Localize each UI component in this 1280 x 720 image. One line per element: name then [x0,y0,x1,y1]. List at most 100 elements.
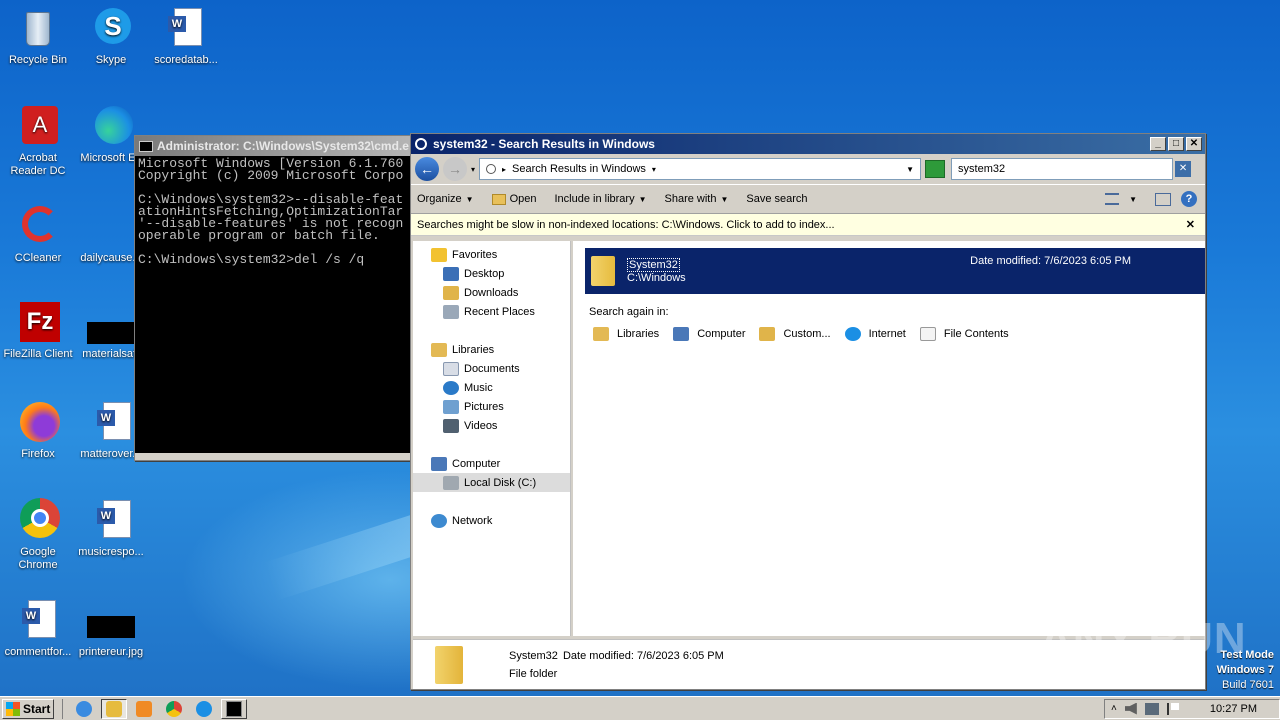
nav-computer[interactable]: Computer [413,454,570,473]
results-pane: System32 C:\Windows Date modified: 7/6/2… [573,241,1205,636]
taskbar-ie[interactable] [71,699,97,719]
image-file-icon [87,300,135,344]
downloads-icon [443,285,459,300]
network-icon [431,513,447,528]
clock[interactable]: 10:27 PM [1210,703,1257,715]
nav-local-disk[interactable]: Local Disk (C:) [413,473,570,492]
include-in-library-button[interactable]: Include in library ▼ [554,193,646,205]
nav-downloads[interactable]: Downloads [413,283,570,302]
chevron-down-icon[interactable]: ▾ [652,165,656,174]
close-infobar-button[interactable]: ✕ [1186,218,1195,231]
search-input[interactable]: system32 [951,158,1174,180]
cmd-title: Administrator: C:\Windows\System32\cmd.e [157,139,409,153]
cmd-titlebar[interactable]: Administrator: C:\Windows\System32\cmd.e [135,136,413,156]
nav-libraries[interactable]: Libraries [413,340,570,359]
nav-recent-places[interactable]: Recent Places [413,302,570,321]
star-icon [431,247,447,262]
show-hidden-icons-button[interactable]: ˄ [1111,703,1117,714]
save-search-button[interactable]: Save search [746,193,807,205]
preview-pane-icon[interactable] [1155,192,1171,206]
chrome-icon [16,498,60,542]
ie-icon [76,700,92,717]
music-icon [443,380,459,395]
edge-icon [844,327,861,341]
maximize-button[interactable]: □ [1168,137,1184,151]
drive-icon [443,475,459,490]
nav-favorites[interactable]: Favorites [413,245,570,264]
action-center-flag-icon[interactable] [1166,702,1179,715]
desktop-icon-scoredatab[interactable]: W scoredatab... [148,6,224,67]
media-player-icon [136,700,152,717]
nav-documents[interactable]: Documents [413,359,570,378]
system-tray: ˄ 10:27 PM [1104,698,1280,719]
details-type: File folder [509,667,558,680]
desktop-icon-firefox[interactable]: Firefox [0,400,76,461]
recent-pages-dropdown[interactable]: ▾ [471,165,475,174]
desktop-icon-skype[interactable]: S Skype [73,6,149,67]
word-doc-icon: W [164,6,208,50]
breadcrumb[interactable]: ▸ Search Results in Windows ▾ ▼ [479,158,922,180]
nav-network[interactable]: Network [413,511,570,530]
taskbar-cmd[interactable] [221,698,247,719]
network-tray-icon[interactable] [1144,702,1159,715]
desktop-icon-printereur[interactable]: printereur.jpg [73,598,149,659]
share-with-button[interactable]: Share with ▼ [665,193,729,205]
nav-videos[interactable]: Videos [413,416,570,435]
search-results-icon [486,164,497,174]
word-doc-icon: W [16,598,60,642]
taskbar-edge[interactable] [191,699,217,719]
test-mode-text: Test Mode Windows 7 Build 7601 [1216,649,1274,691]
search-again-libraries[interactable]: Libraries [593,327,659,341]
view-options-icon[interactable] [1105,193,1120,205]
explorer-window[interactable]: system32 - Search Results in Windows _ □… [410,133,1206,690]
search-again-computer[interactable]: Computer [673,327,745,341]
desktop-icon-acrobat[interactable]: A Acrobat Reader DC [0,104,76,178]
close-button[interactable]: ✕ [1186,137,1202,151]
result-date: Date modified: 7/6/2023 6:05 PM [970,255,1131,267]
desktop-icon-commentfor[interactable]: W commentfor... [0,598,76,659]
minimize-button[interactable]: _ [1150,137,1166,151]
command-toolbar: Organize ▼ Open Include in library ▼ Share… [411,184,1205,214]
search-again-label: Search again in: [589,306,669,318]
address-dropdown[interactable]: ▼ [906,165,914,174]
image-file-icon [87,598,135,642]
desktop-icon-musicrespo[interactable]: W musicrespo... [73,498,149,559]
taskbar-chrome[interactable] [161,699,187,719]
desktop-icon-filezilla[interactable]: Fz FileZilla Client [0,300,76,361]
acrobat-icon: A [16,104,60,148]
organize-button[interactable]: Organize ▼ [417,193,474,205]
search-again-internet[interactable]: Internet [844,327,906,341]
volume-icon[interactable] [1124,702,1137,715]
result-row-system32[interactable]: System32 C:\Windows Date modified: 7/6/2… [585,248,1205,294]
nav-music[interactable]: Music [413,378,570,397]
desktop-icon-ccleaner[interactable]: CCleaner [0,204,76,265]
chevron-right-icon: ▸ [502,164,507,174]
view-dropdown[interactable]: ▼ [1129,195,1137,204]
search-again-list: Libraries Computer Custom... Internet Fi… [593,327,1023,341]
cmd-output[interactable]: Microsoft Windows [Version 6.1.760 Copyr… [135,156,413,453]
help-icon[interactable]: ? [1181,191,1197,207]
nav-pictures[interactable]: Pictures [413,397,570,416]
nav-desktop[interactable]: Desktop [413,264,570,283]
taskbar-media-player[interactable] [131,699,157,719]
search-again-file-contents[interactable]: File Contents [919,327,1009,341]
cmd-window[interactable]: Administrator: C:\Windows\System32\cmd.e… [134,135,414,461]
start-button[interactable]: Start [2,698,54,719]
address-bar: ← → ▾ ▸ Search Results in Windows ▾ ▼ sy… [411,154,1205,184]
taskbar-explorer[interactable] [101,698,127,719]
search-icon [415,138,427,150]
clear-search-button[interactable]: ✕ [1175,161,1192,177]
explorer-titlebar[interactable]: system32 - Search Results in Windows _ □… [411,134,1205,154]
desktop-icon-recycle-bin[interactable]: Recycle Bin [0,6,76,67]
recycle-bin-icon [16,6,60,50]
skype-icon: S [89,6,133,50]
videos-icon [443,418,459,433]
search-again-custom[interactable]: Custom... [759,327,831,341]
refresh-button[interactable] [925,160,946,178]
back-button[interactable]: ← [415,157,439,181]
word-doc-icon: W [89,400,133,444]
open-button[interactable]: Open [491,193,536,205]
index-info-bar[interactable]: Searches might be slow in non-indexed lo… [411,214,1205,236]
forward-button[interactable]: → [443,157,467,181]
desktop-icon-chrome[interactable]: Google Chrome [0,498,76,572]
